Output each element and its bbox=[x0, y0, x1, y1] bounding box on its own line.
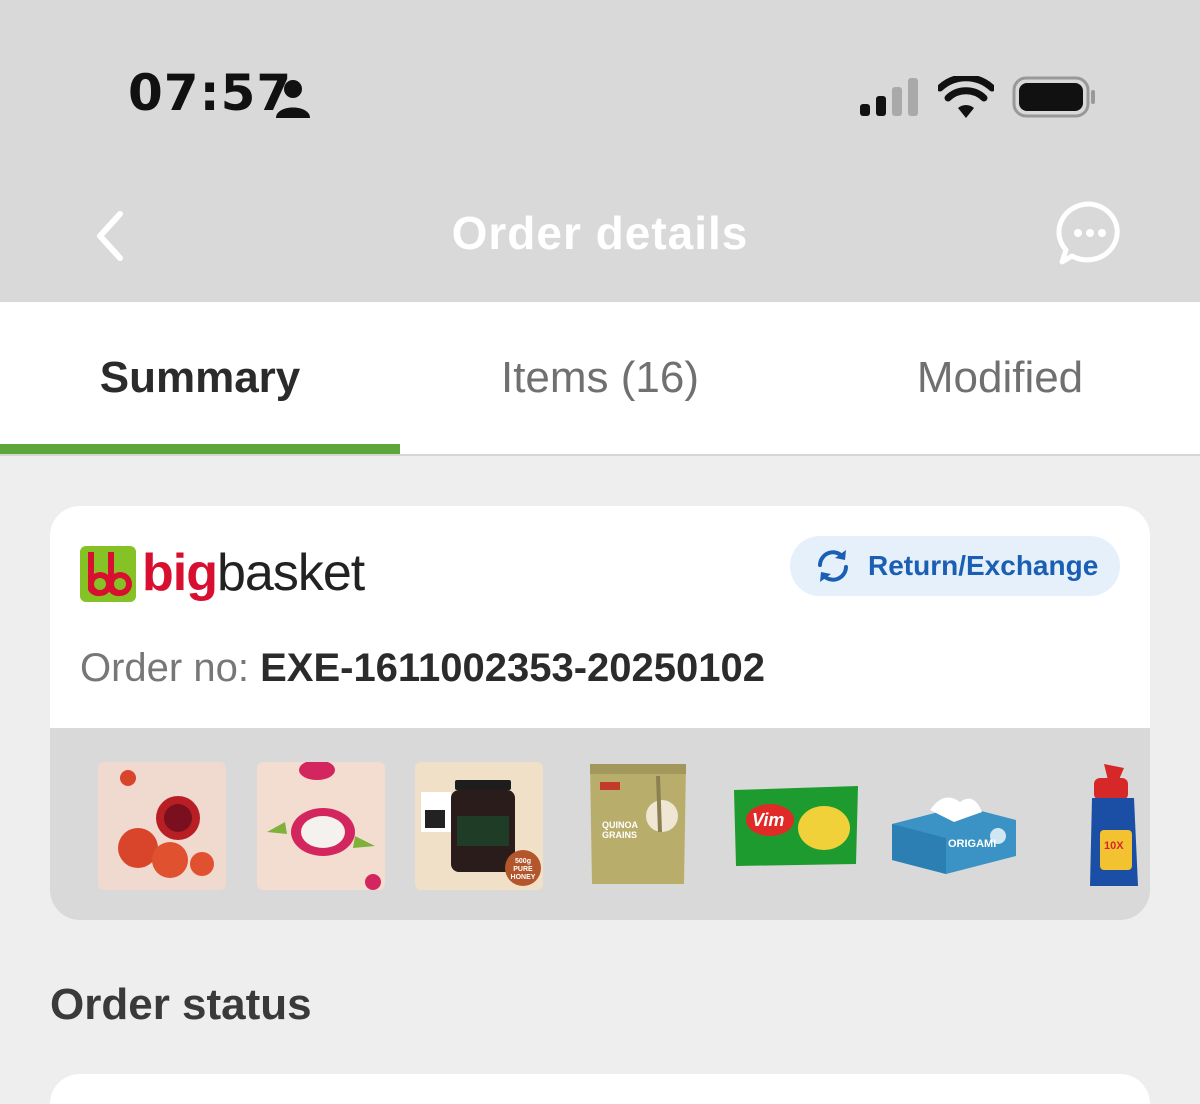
quinoa-pack-text: QUINOA GRAINS bbox=[602, 820, 638, 840]
bigbasket-logo: bigbasket bbox=[80, 544, 365, 604]
active-tab-indicator bbox=[0, 444, 400, 454]
origami-tissue-text: ORIGAMI bbox=[948, 838, 997, 850]
signal-icon bbox=[860, 78, 918, 116]
order-status-title: Order status bbox=[50, 980, 312, 1029]
page-title: Order details bbox=[451, 207, 749, 259]
bigbasket-logo-mark bbox=[80, 546, 136, 602]
harpic-bottle-text: 10X bbox=[1104, 840, 1124, 852]
tab-bar: Summary Items (16) Modified bbox=[0, 302, 1200, 456]
order-status-card bbox=[50, 1074, 1150, 1104]
tab-modified[interactable]: Modified bbox=[800, 302, 1200, 454]
bigbasket-wordmark: bigbasket bbox=[142, 544, 365, 602]
harpic-bottle-thumbnail: 10X bbox=[1048, 762, 1150, 890]
tab-items[interactable]: Items (16) bbox=[400, 302, 800, 454]
status-time: 07:57 bbox=[128, 64, 293, 122]
origami-tissue-thumbnail: ORIGAMI bbox=[890, 762, 1018, 890]
order-number: Order no: EXE-1611002353-20250102 bbox=[80, 646, 765, 691]
quinoa-pack-thumbnail: QUINOA GRAINS bbox=[574, 762, 702, 890]
vim-bar-text: Vim bbox=[752, 810, 785, 830]
order-number-value: EXE-1611002353-20250102 bbox=[260, 646, 765, 690]
return-exchange-button[interactable]: Return/Exchange bbox=[790, 536, 1120, 596]
refresh-icon bbox=[818, 550, 848, 582]
honey-jar-thumbnail: 500g PURE HONEY bbox=[415, 762, 543, 890]
wifi-icon bbox=[938, 76, 994, 118]
pomegranate-thumbnail bbox=[98, 762, 226, 890]
honey-badge-text: 500g PURE HONEY bbox=[510, 858, 536, 881]
brand-basket-text: basket bbox=[216, 544, 365, 602]
order-card[interactable]: bigbasket Return/Exchange Order no: EXE-… bbox=[50, 506, 1150, 920]
tab-summary[interactable]: Summary bbox=[0, 302, 400, 454]
order-number-label: Order no: bbox=[80, 646, 261, 690]
dragon-fruit-thumbnail bbox=[257, 762, 385, 890]
vim-bar-thumbnail: Vim bbox=[732, 762, 860, 890]
person-icon bbox=[276, 80, 310, 118]
item-thumbnail-strip[interactable]: 500g PURE HONEY QUINOA GRAINS Vim ORIGAM… bbox=[50, 728, 1150, 920]
brand-big-text: big bbox=[142, 544, 218, 602]
chat-bubble-icon[interactable] bbox=[1056, 200, 1124, 266]
battery-icon bbox=[1012, 76, 1095, 118]
return-exchange-label: Return/Exchange bbox=[868, 550, 1099, 581]
